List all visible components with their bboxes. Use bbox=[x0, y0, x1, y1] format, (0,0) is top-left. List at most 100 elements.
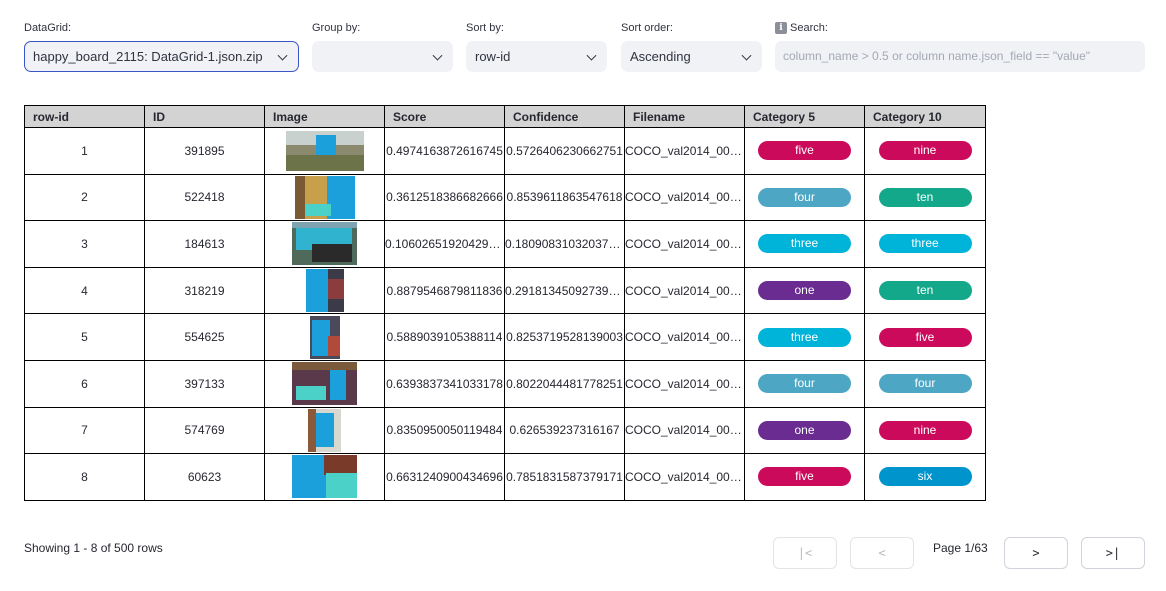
page-indicator: Page 1/63 bbox=[933, 541, 988, 555]
first-page-button[interactable]: |< bbox=[773, 537, 837, 569]
category-badge: four bbox=[878, 374, 972, 394]
cell-category-10: three bbox=[864, 220, 986, 268]
cell-filename: COCO_val2014_000... bbox=[624, 406, 745, 455]
column-header-score[interactable]: Score bbox=[384, 105, 505, 128]
sort-order-control: Sort order: bbox=[621, 20, 673, 36]
column-header-row-id[interactable]: row-id bbox=[24, 105, 145, 128]
cell-image bbox=[264, 313, 385, 361]
category-badge: five bbox=[758, 141, 851, 161]
datagrid-label: DataGrid: bbox=[24, 22, 72, 34]
cell-confidence: 0.5726406230662751 bbox=[504, 127, 625, 175]
cell-filename: COCO_val2014_000... bbox=[624, 220, 745, 268]
cell-row-id: 4 bbox=[24, 266, 145, 315]
cell-category-10: ten bbox=[864, 173, 986, 222]
cell-confidence: 0.7851831587379171 bbox=[504, 453, 625, 501]
cell-id: 318219 bbox=[144, 266, 265, 315]
sort-by-select[interactable]: row-id bbox=[466, 41, 607, 72]
cell-id: 397133 bbox=[144, 359, 265, 408]
image-thumbnail[interactable] bbox=[285, 130, 364, 171]
column-header-image[interactable]: Image bbox=[264, 105, 385, 128]
column-header-confidence[interactable]: Confidence bbox=[504, 105, 625, 128]
datagrid-select[interactable]: happy_board_2115: DataGrid-1.json.zip bbox=[24, 41, 299, 72]
image-thumbnail[interactable] bbox=[308, 408, 341, 452]
cell-confidence: 0.8253719528139003 bbox=[504, 313, 625, 361]
image-thumbnail[interactable] bbox=[292, 222, 357, 266]
cell-image bbox=[264, 406, 385, 455]
image-thumbnail[interactable] bbox=[292, 455, 357, 499]
search-control: i Search: bbox=[775, 20, 828, 36]
data-grid-table: row-id ID Image Score Confidence Filenam… bbox=[24, 105, 986, 501]
image-thumbnail[interactable] bbox=[292, 362, 357, 406]
cell-id: 391895 bbox=[144, 127, 265, 175]
group-by-select[interactable] bbox=[312, 41, 453, 72]
cell-category-5: one bbox=[744, 406, 865, 455]
cell-filename: COCO_val2014_000... bbox=[624, 173, 745, 222]
category-badge: three bbox=[878, 234, 972, 254]
category-badge: one bbox=[758, 420, 851, 440]
cell-id: 60623 bbox=[144, 453, 265, 501]
cell-category-10: nine bbox=[864, 406, 986, 455]
cell-row-id: 3 bbox=[24, 220, 145, 268]
cell-category-5: three bbox=[744, 313, 865, 361]
category-badge: ten bbox=[878, 187, 972, 207]
image-thumbnail[interactable] bbox=[309, 315, 340, 359]
table-row[interactable]: 7 574769 0.8350950050119484 0.6265392373… bbox=[24, 406, 986, 455]
cell-image bbox=[264, 453, 385, 501]
sort-order-select[interactable]: Ascending bbox=[621, 41, 762, 72]
chevron-down-icon bbox=[277, 50, 288, 61]
cell-image bbox=[264, 173, 385, 222]
cell-score: 0.8879546879811836 bbox=[384, 266, 505, 315]
cell-filename: COCO_val2014_000... bbox=[624, 313, 745, 361]
cell-category-5: three bbox=[744, 220, 865, 268]
cell-row-id: 6 bbox=[24, 359, 145, 408]
cell-image bbox=[264, 266, 385, 315]
category-badge: six bbox=[878, 467, 972, 487]
image-thumbnail[interactable] bbox=[305, 269, 344, 313]
info-icon: i bbox=[775, 22, 787, 34]
next-page-button[interactable]: > bbox=[1004, 537, 1068, 569]
table-row[interactable]: 3 184613 0.106026519204299... 0.18090831… bbox=[24, 220, 986, 268]
cell-category-10: five bbox=[864, 313, 986, 361]
table-row[interactable]: 2 522418 0.3612518386682666 0.8539611863… bbox=[24, 173, 986, 222]
cell-score: 0.4974163872616745 bbox=[384, 127, 505, 175]
image-thumbnail[interactable] bbox=[294, 175, 355, 219]
cell-category-10: ten bbox=[864, 266, 986, 315]
table-row[interactable]: 6 397133 0.6393837341033178 0.8022044481… bbox=[24, 359, 986, 408]
category-badge: three bbox=[758, 234, 851, 254]
column-header-filename[interactable]: Filename bbox=[624, 105, 745, 128]
table-row[interactable]: 4 318219 0.8879546879811836 0.2918134509… bbox=[24, 266, 986, 315]
column-header-category-10[interactable]: Category 10 bbox=[864, 105, 986, 128]
category-badge: nine bbox=[878, 420, 972, 440]
cell-filename: COCO_val2014_000... bbox=[624, 266, 745, 315]
sort-by-label: Sort by: bbox=[466, 22, 504, 34]
table-row[interactable]: 5 554625 0.5889039105388114 0.8253719528… bbox=[24, 313, 986, 361]
cell-confidence: 0.626539237316167 bbox=[504, 406, 625, 455]
category-badge: one bbox=[758, 281, 851, 301]
cell-score: 0.6393837341033178 bbox=[384, 359, 505, 408]
chevron-down-icon bbox=[432, 50, 443, 61]
cell-row-id: 5 bbox=[24, 313, 145, 361]
cell-confidence: 0.8022044481778251 bbox=[504, 359, 625, 408]
last-page-button[interactable]: >| bbox=[1081, 537, 1145, 569]
cell-category-10: nine bbox=[864, 127, 986, 175]
cell-confidence: 0.291813450927397... bbox=[504, 266, 625, 315]
cell-confidence: 0.180908310320372... bbox=[504, 220, 625, 268]
cell-id: 184613 bbox=[144, 220, 265, 268]
search-label: Search: bbox=[790, 22, 828, 34]
sort-by-control: Sort by: bbox=[466, 20, 504, 36]
cell-id: 554625 bbox=[144, 313, 265, 361]
cell-confidence: 0.8539611863547618 bbox=[504, 173, 625, 222]
column-header-category-5[interactable]: Category 5 bbox=[744, 105, 865, 128]
table-row[interactable]: 8 60623 0.6631240900434696 0.78518315873… bbox=[24, 453, 986, 501]
cell-row-id: 2 bbox=[24, 173, 145, 222]
cell-row-id: 7 bbox=[24, 406, 145, 455]
cell-filename: COCO_val2014_000... bbox=[624, 127, 745, 175]
category-badge: four bbox=[758, 187, 851, 207]
table-row[interactable]: 1 391895 0.4974163872616745 0.5726406230… bbox=[24, 127, 986, 175]
search-input[interactable] bbox=[775, 41, 1145, 72]
cell-category-5: five bbox=[744, 453, 865, 501]
group-by-control: Group by: bbox=[312, 20, 360, 36]
previous-page-button[interactable]: < bbox=[850, 537, 914, 569]
column-header-id[interactable]: ID bbox=[144, 105, 265, 128]
rows-count-text: Showing 1 - 8 of 500 rows bbox=[24, 541, 163, 555]
